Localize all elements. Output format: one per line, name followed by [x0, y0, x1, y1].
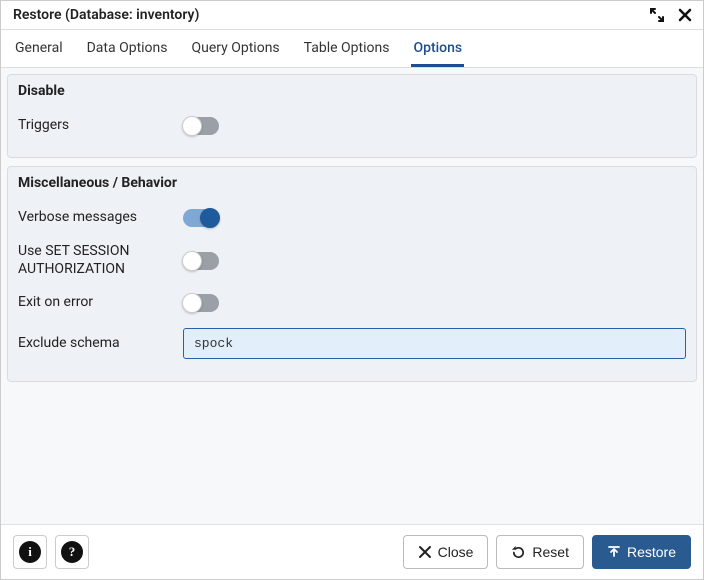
section-disable: Disable Triggers	[7, 74, 697, 158]
toggle-exit-on-error[interactable]	[183, 294, 219, 312]
row-verbose: Verbose messages	[18, 201, 686, 235]
tab-data-options[interactable]: Data Options	[85, 30, 170, 67]
reset-button[interactable]: Reset	[496, 535, 584, 569]
options-content: Disable Triggers Miscellaneous / Behavio…	[1, 68, 703, 524]
restore-dialog: Restore (Database: inventory) General Da…	[0, 0, 704, 580]
tab-options[interactable]: Options	[411, 30, 464, 67]
expand-icon[interactable]	[649, 7, 665, 23]
close-button-label: Close	[438, 544, 474, 560]
label-triggers: Triggers	[18, 117, 183, 135]
titlebar-actions	[649, 7, 693, 23]
row-set-session-auth: Use SET SESSION AUTHORIZATION	[18, 235, 686, 286]
toggle-verbose[interactable]	[183, 209, 219, 227]
tab-general[interactable]: General	[13, 30, 65, 67]
section-misc-title: Miscellaneous / Behavior	[8, 167, 696, 197]
reset-button-label: Reset	[532, 544, 569, 560]
footer: i ? Close Reset Restore	[1, 524, 703, 579]
info-icon: i	[19, 541, 41, 563]
close-button[interactable]: Close	[403, 535, 489, 569]
label-set-session-auth: Use SET SESSION AUTHORIZATION	[18, 243, 183, 278]
help-button[interactable]: ?	[55, 535, 89, 569]
reset-icon	[511, 545, 526, 560]
row-triggers: Triggers	[18, 109, 686, 143]
label-verbose: Verbose messages	[18, 209, 183, 227]
section-misc: Miscellaneous / Behavior Verbose message…	[7, 166, 697, 382]
info-button[interactable]: i	[13, 535, 47, 569]
row-exit-on-error: Exit on error	[18, 286, 686, 320]
dialog-title: Restore (Database: inventory)	[13, 7, 649, 23]
close-icon[interactable]	[677, 7, 693, 23]
label-exclude-schema: Exclude schema	[18, 335, 183, 353]
section-disable-title: Disable	[8, 75, 696, 105]
restore-button-label: Restore	[627, 544, 676, 560]
tab-table-options[interactable]: Table Options	[302, 30, 392, 67]
tab-bar: General Data Options Query Options Table…	[1, 30, 703, 68]
help-icon: ?	[61, 541, 83, 563]
restore-button[interactable]: Restore	[592, 535, 691, 569]
section-misc-body: Verbose messages Use SET SESSION AUTHORI…	[8, 197, 696, 381]
x-icon	[418, 545, 432, 559]
input-exclude-schema[interactable]	[183, 328, 686, 359]
label-exit-on-error: Exit on error	[18, 294, 183, 312]
upload-icon	[607, 545, 621, 559]
tab-query-options[interactable]: Query Options	[190, 30, 282, 67]
row-exclude-schema: Exclude schema	[18, 320, 686, 367]
toggle-triggers[interactable]	[183, 117, 219, 135]
titlebar: Restore (Database: inventory)	[1, 1, 703, 30]
toggle-set-session-auth[interactable]	[183, 252, 219, 270]
section-disable-body: Triggers	[8, 105, 696, 157]
